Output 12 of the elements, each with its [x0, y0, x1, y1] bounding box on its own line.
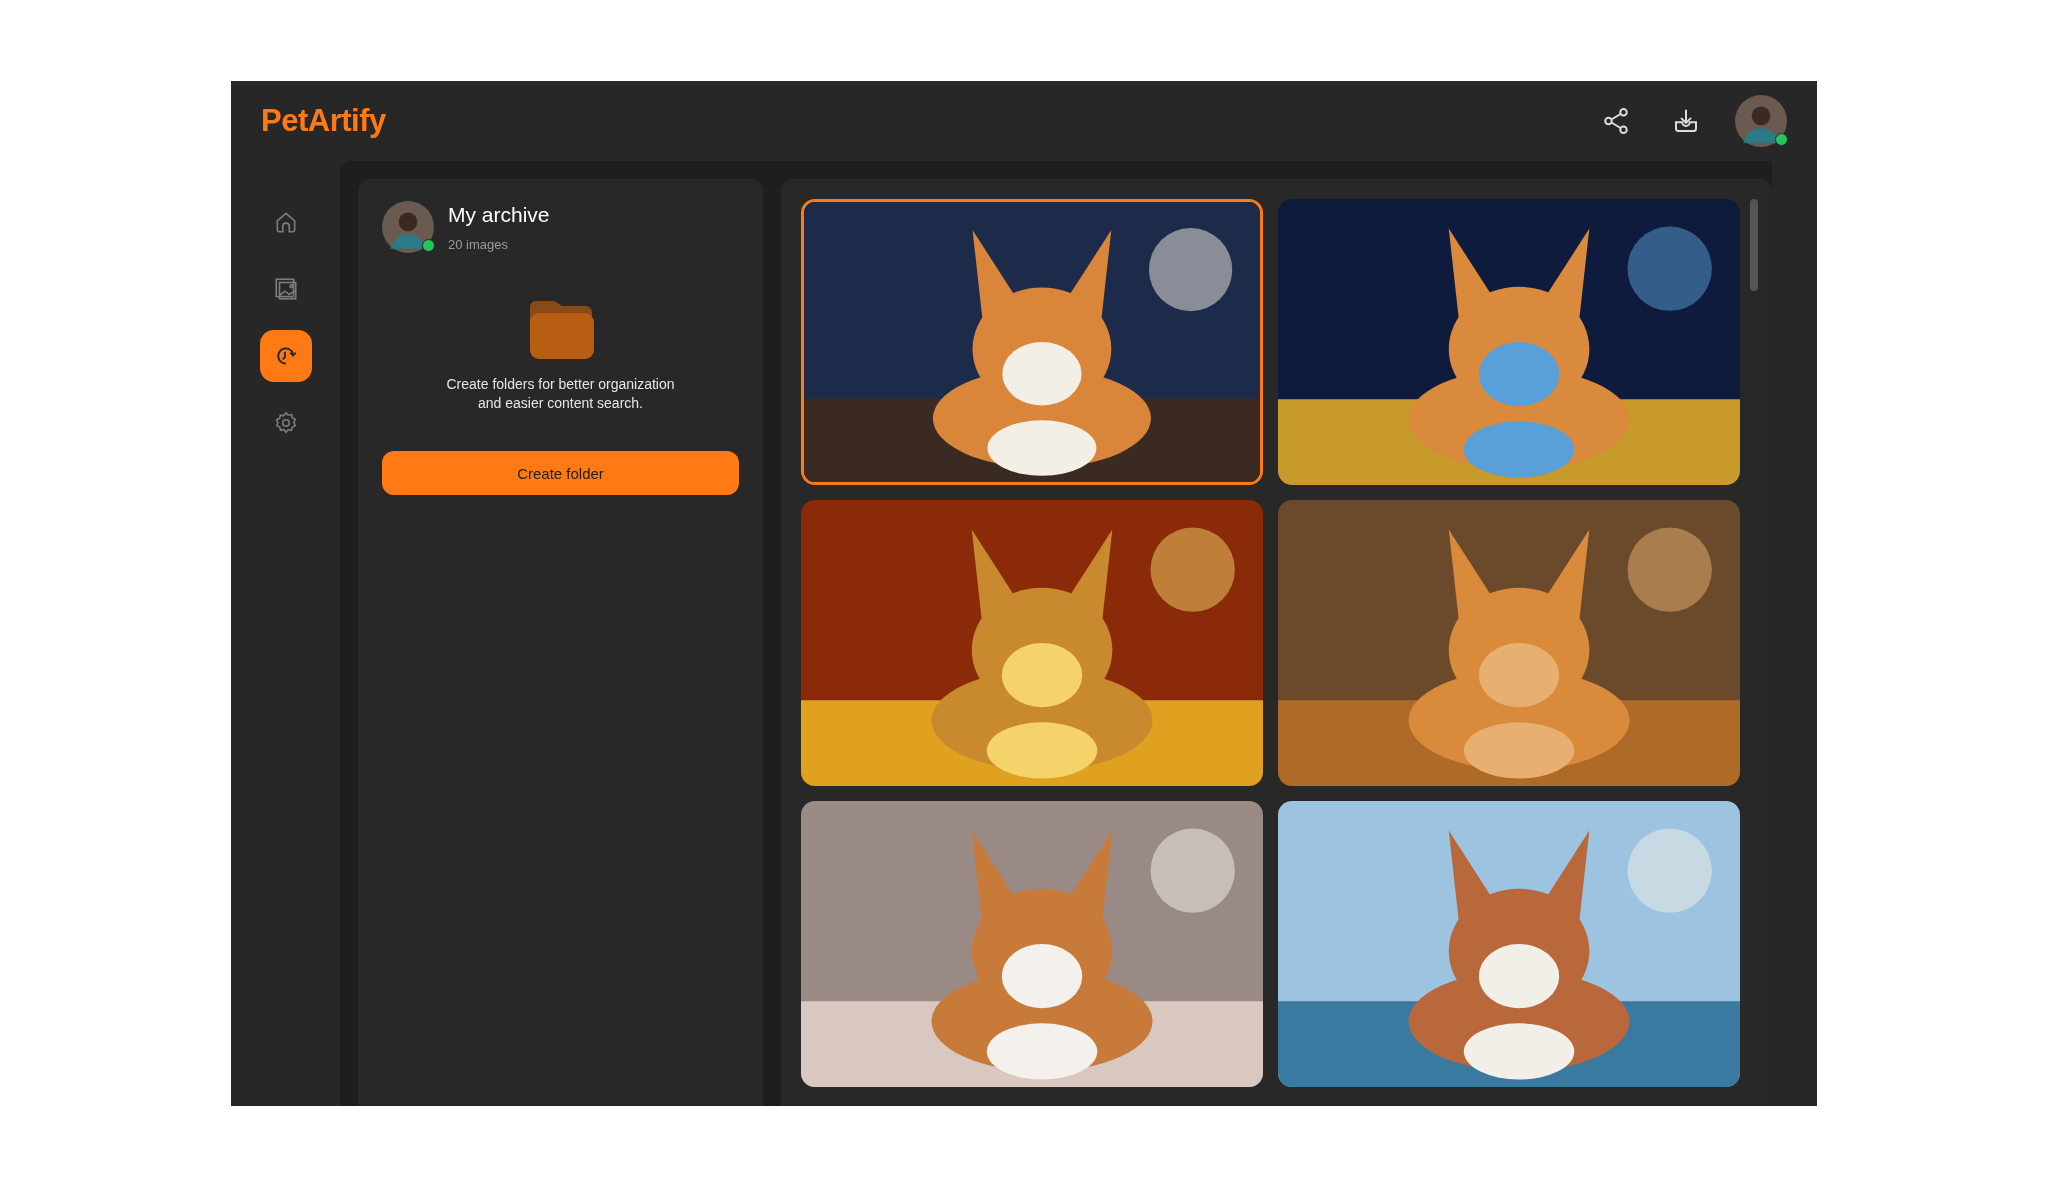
folder-icon: [527, 299, 594, 359]
create-folder-button[interactable]: Create folder: [382, 451, 739, 495]
archive-title: My archive: [448, 203, 550, 227]
share-icon: [1601, 106, 1631, 136]
user-avatar[interactable]: [1735, 95, 1787, 147]
images-icon: [272, 276, 299, 302]
history-nav-button[interactable]: [259, 330, 312, 382]
empty-state-message: Create folders for better organization and easier content search.: [445, 375, 676, 413]
scrollbar-thumb[interactable]: [1750, 199, 1758, 291]
app-logo: PetArtify: [261, 103, 386, 139]
image-count: 20 images: [448, 237, 509, 252]
archive-avatar: [382, 201, 434, 253]
